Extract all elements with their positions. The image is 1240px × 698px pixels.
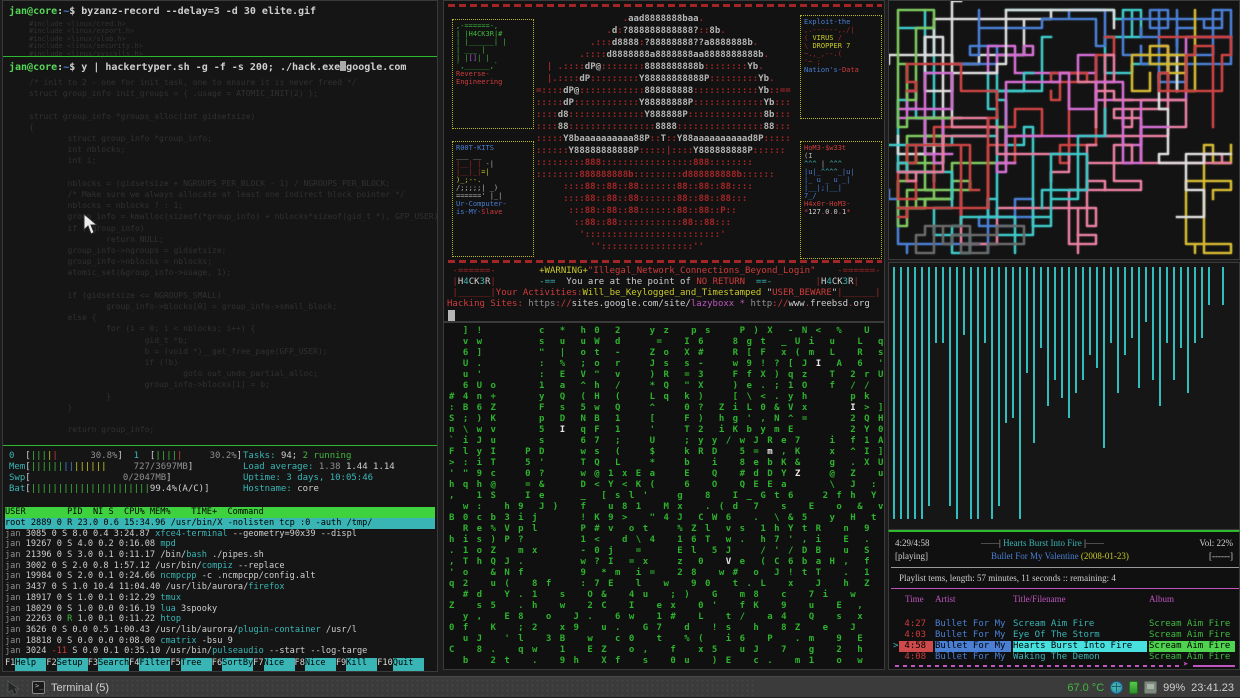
track-time: 4:29/4:58 <box>895 538 930 548</box>
ascii-box-br: HoM3-$w33t (I ^^^ | ^^^ |u|_^^^^_|u| |_ u _… <box>800 141 882 259</box>
pipes-window[interactable] <box>888 0 1240 260</box>
red-dashed-border-bottom <box>448 260 882 263</box>
clock[interactable]: 23:41.23 <box>1191 682 1234 694</box>
col-album[interactable]: Album <box>1149 594 1174 605</box>
fkey-tree[interactable]: F5 Tree <box>170 658 212 671</box>
htop-panel[interactable]: 0 [||||| 30.8%] 1 [||||| 30.2%] Mem[|||||… <box>3 449 437 671</box>
fkey-help[interactable]: F1 Help <box>5 658 47 671</box>
separator <box>891 567 1239 568</box>
table-row[interactable]: jan 18818 0 S 0.0 0.0 0:08.00 cmatrix -b… <box>5 636 435 647</box>
table-row[interactable]: jan 19984 0 S 2.0 0.1 0:24.66 ncmpcpp -c… <box>5 571 435 582</box>
table-row[interactable]: jan 3024 -11 S 0.0 0.1 0:35.10 /usr/bin/… <box>5 646 435 657</box>
terminal-window[interactable]: jan@core:~$ byzanz-record --delay=3 -d 3… <box>2 0 438 672</box>
terminal-block-cursor <box>448 310 455 321</box>
app-menu-icon[interactable] <box>6 679 22 696</box>
table-row[interactable]: jan 21396 0 S 3.0 0.1 0:11.17 /bin/bash … <box>5 550 435 561</box>
warning-banner: -======- +WARNING+"Illegal_Network_Conne… <box>447 266 885 309</box>
table-row[interactable]: jan 18029 0 S 1.0 0.0 0:16.19 lua 3spook… <box>5 604 435 615</box>
table-row[interactable]: jan 3002 0 S 2.0 0.8 1:57.12 /usr/bin/co… <box>5 561 435 572</box>
tmux-pane-divider <box>3 56 437 57</box>
htop-info: Tasks: 94; 2 running Load average: 1.38 1… <box>243 451 395 494</box>
player-state: [playing] <box>895 551 928 561</box>
htop-function-keys[interactable]: F1 Help F2 Setup F3 Search F4 Filter F5 Tree F6 Sor… <box>5 658 435 671</box>
fkey-sortby[interactable]: F6 SortBy <box>212 658 254 671</box>
table-row[interactable]: jan 3437 0 S 1.0 10.4 11:04.40 /usr/lib/… <box>5 582 435 593</box>
red-dashed-border-top <box>448 4 882 7</box>
table-row[interactable]: jan 18917 0 S 1.0 0.1 0:12.29 tmux <box>5 593 435 604</box>
volume-meter: [------] <box>1209 551 1233 561</box>
progress-arrow: ➤ <box>1183 660 1189 670</box>
matrix-window[interactable]: ] ! c * h 0 2 y z p s P ) X - N < % U P … <box>443 322 885 670</box>
list-item[interactable]: 4:03 Bullet For My Eye Of The Storm Scre… <box>889 630 1239 641</box>
battery-icon[interactable] <box>1129 681 1139 694</box>
ascii-box-tr: Exploit-the ,.------,./|( VIRUS / \ DROPP… <box>800 15 882 119</box>
pipes-screensaver <box>889 1 1239 259</box>
tmux-pane-divider-2 <box>3 445 437 446</box>
shell-prompt-hackertyper[interactable]: jan@core:~$ y | hackertyper.sh -g -f -s … <box>9 61 406 74</box>
fkey-kill[interactable]: F9 Kill <box>336 658 378 671</box>
ascii-box-bl: R00T-KITS ___ __ |__| | -| |__|_|=| )_;--.… <box>452 141 534 257</box>
table-row[interactable]: jan 22263 0 R 1.0 0.1 0:11.22 htop <box>5 614 435 625</box>
volume-label[interactable]: Vol: 22% <box>1199 538 1233 549</box>
file-manager-icon[interactable] <box>1144 681 1158 694</box>
fkey-nice[interactable]: F7Nice - <box>253 658 295 671</box>
table-row[interactable]: jan 3085 0 S 8.0 0.4 3:24.87 xfce4-termi… <box>5 529 435 540</box>
table-row[interactable]: jan 19267 0 S 4.0 0.2 0:16.08 mpd <box>5 539 435 550</box>
fkey-setup[interactable]: F2 Setup <box>46 658 88 671</box>
col-title[interactable]: Title/Filename <box>1013 594 1066 605</box>
list-item[interactable]: > 4:58 Bullet For My Hearts Burst Into F… <box>889 641 1239 652</box>
table-row[interactable]: root 2889 0 R 23.0 0.6 15:34.96 /usr/bin… <box>5 518 435 529</box>
fkey-filter[interactable]: F4 Filter <box>129 658 171 671</box>
visualizer-window[interactable] <box>888 262 1240 530</box>
htop-process-table[interactable]: root 2889 0 R 23.0 0.6 15:34.96 /usr/bin… <box>5 518 435 657</box>
fkey-search[interactable]: F3 Search <box>88 658 130 671</box>
now-playing-title: ——| Hearts Burst Into Fire |—— <box>981 538 1104 548</box>
matrix-rain: ] ! c * h 0 2 y z p s P ) X - N < % U P … <box>449 326 885 666</box>
htop-meters: 0 [||||| 30.8%] 1 [||||| 30.2%] Mem[|||||… <box>9 451 243 494</box>
shell-prompt-byzanz: jan@core:~$ byzanz-record --delay=3 -d 3… <box>9 6 317 17</box>
spectrum-bars <box>893 267 1239 519</box>
htop-table-header[interactable]: USER PID NI S CPU% MEM% TIME+ Command <box>5 507 435 518</box>
music-player-window[interactable]: 4:29/4:58 ——| Hearts Burst Into Fire |——… <box>888 530 1240 670</box>
separator-magenta <box>891 588 1239 589</box>
playlist-progress[interactable]: ➤ <box>895 660 1235 670</box>
list-item[interactable]: 4:27 Bullet For My Scream Aim Fire Screa… <box>889 619 1239 630</box>
ascii-skull-art: .aad8888888baa. .d:?888888888888?::8b. .… <box>536 14 791 252</box>
col-artist[interactable]: Artist <box>935 594 956 605</box>
hacker-art-window[interactable]: ,-======-, | |H4CK3R|# | |______| | | ___ |… <box>443 0 885 322</box>
taskbar: >_ Terminal (5) 67.0 °C 99% 23:41.23 <box>0 676 1240 698</box>
now-playing-artist: Bullet For My Valentine (2008-01-23) <box>991 551 1129 561</box>
playlist-summary: Playlist tems, length: 57 minutes, 11 se… <box>899 573 1116 583</box>
ascii-box-tl: ,-======-, | |H4CK3R|# | |______| | | ___ |… <box>452 19 534 129</box>
table-row[interactable]: jan 3626 0 S 0.0 0.5 1:00.43 /usr/lib/au… <box>5 625 435 636</box>
faint-kernel-includes: #include <linux/cred.h> #include <linux/… <box>29 20 143 58</box>
cpu-temperature: 67.0 °C <box>1067 681 1105 694</box>
window-button[interactable]: >_ Terminal (5) <box>32 681 109 694</box>
network-globe-icon[interactable] <box>1110 681 1124 694</box>
window-button-label: Terminal (5) <box>51 681 110 694</box>
battery-percent: 99% <box>1163 681 1186 694</box>
terminal-icon: >_ <box>32 681 45 694</box>
mouse-cursor <box>83 213 99 235</box>
col-time[interactable]: Time <box>905 594 924 605</box>
taskbar-texture <box>0 678 756 698</box>
fkey-quit[interactable]: F10 Quit <box>377 658 424 671</box>
faint-kernel-code: /* init to 2 - one for init_task, one to… <box>29 78 438 435</box>
fkey-nice[interactable]: F8Nice + <box>295 658 336 671</box>
